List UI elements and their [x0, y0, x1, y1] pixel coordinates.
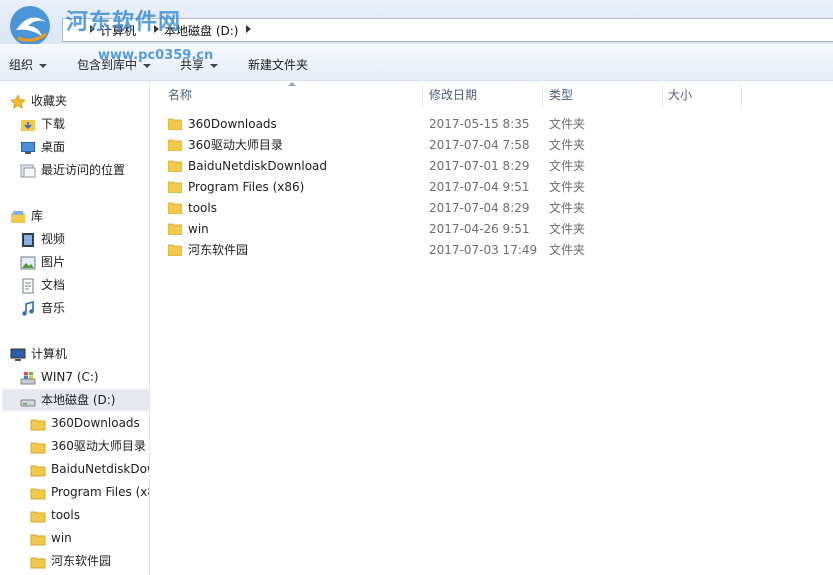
- column-divider[interactable]: [741, 85, 742, 107]
- column-divider[interactable]: [542, 85, 543, 107]
- column-header-type[interactable]: 类型: [549, 81, 573, 109]
- folder-icon: [168, 244, 182, 256]
- table-row[interactable]: 河东软件园 2017-07-03 17:49 文件夹: [150, 240, 833, 261]
- file-type: 文件夹: [549, 201, 586, 215]
- folder-icon: [168, 118, 182, 130]
- folder-icon: [168, 160, 182, 172]
- folder-icon: [168, 139, 182, 151]
- folder-icon: [30, 419, 46, 430]
- nav-item-recent-places[interactable]: 最近访问的位置: [20, 159, 125, 181]
- file-type: 文件夹: [549, 222, 586, 236]
- nav-item-pictures[interactable]: 图片: [20, 251, 65, 273]
- file-name: 360驱动大师目录: [168, 135, 283, 156]
- folder-icon: [168, 181, 182, 193]
- star-icon: [10, 93, 26, 109]
- recent-places-icon: [20, 164, 36, 177]
- nav-item-drive-d[interactable]: 本地磁盘 (D:): [2, 389, 149, 411]
- nav-folder[interactable]: Program Files (x86): [30, 481, 149, 503]
- breadcrumb-arrow-icon[interactable]: [246, 25, 251, 33]
- table-row[interactable]: tools 2017-07-04 8:29 文件夹: [150, 198, 833, 219]
- nav-item-desktop[interactable]: 桌面: [20, 136, 65, 158]
- music-icon: [22, 300, 34, 316]
- folder-icon: [30, 442, 46, 453]
- column-header-name[interactable]: 名称: [168, 81, 192, 109]
- nav-libraries[interactable]: 库: [10, 205, 43, 227]
- column-divider[interactable]: [662, 85, 663, 107]
- computer-icon: [10, 348, 26, 361]
- file-modified: 2017-05-15 8:35: [429, 117, 530, 131]
- nav-item-downloads[interactable]: 下载: [20, 113, 65, 135]
- nav-computer[interactable]: 计算机: [10, 343, 67, 365]
- file-name: tools: [168, 198, 217, 219]
- drive-icon: [20, 399, 36, 406]
- watermark-url: www.pc0359.cn: [98, 48, 214, 63]
- column-header-size[interactable]: 大小: [668, 81, 692, 109]
- table-row[interactable]: win 2017-04-26 9:51 文件夹: [150, 219, 833, 240]
- chevron-down-icon: [39, 63, 48, 68]
- nav-folder[interactable]: 360Downloads: [30, 412, 140, 434]
- windows-drive-icon: [20, 371, 36, 384]
- table-row[interactable]: 360驱动大师目录 2017-07-04 7:58 文件夹: [150, 135, 833, 156]
- file-type: 文件夹: [549, 159, 586, 173]
- table-row[interactable]: Program Files (x86) 2017-07-04 9:51 文件夹: [150, 177, 833, 198]
- nav-folder[interactable]: 河东软件园: [30, 550, 111, 572]
- download-folder-icon: [21, 119, 35, 131]
- picture-icon: [20, 256, 36, 269]
- watermark-title: 河东软件网: [66, 10, 182, 35]
- file-name: Program Files (x86): [168, 177, 304, 198]
- chevron-down-icon: [143, 63, 152, 68]
- file-type: 文件夹: [549, 138, 586, 152]
- folder-icon: [30, 557, 46, 568]
- folder-icon: [30, 488, 46, 499]
- folder-icon: [30, 534, 46, 545]
- file-modified: 2017-07-04 8:29: [429, 201, 530, 215]
- nav-folder[interactable]: 360驱动大师目录: [30, 435, 146, 457]
- file-modified: 2017-07-03 17:49: [429, 243, 538, 257]
- file-modified: 2017-07-04 7:58: [429, 138, 530, 152]
- library-icon: [11, 210, 25, 223]
- nav-item-drive-c[interactable]: WIN7 (C:): [20, 366, 99, 388]
- file-name: BaiduNetdiskDownload: [168, 156, 327, 177]
- file-type: 文件夹: [549, 243, 586, 257]
- nav-favorites[interactable]: 收藏夹: [10, 90, 67, 112]
- file-name: 360Downloads: [168, 114, 277, 135]
- file-modified: 2017-04-26 9:51: [429, 222, 530, 236]
- file-modified: 2017-07-01 8:29: [429, 159, 530, 173]
- column-header-modified[interactable]: 修改日期: [429, 81, 477, 109]
- new-folder-button[interactable]: 新建文件夹: [248, 56, 308, 73]
- table-row[interactable]: 360Downloads 2017-05-15 8:35 文件夹: [150, 114, 833, 135]
- navigation-pane[interactable]: 收藏夹 下载 桌面 最近访问的位置 库 视频 图片 文档 音乐 计算机 WIN7…: [0, 81, 150, 575]
- column-divider[interactable]: [422, 85, 423, 107]
- document-icon: [22, 278, 34, 293]
- desktop-icon: [21, 141, 35, 154]
- file-name: win: [168, 219, 209, 240]
- nav-item-documents[interactable]: 文档: [20, 274, 65, 296]
- folder-icon: [168, 202, 182, 214]
- file-list-pane[interactable]: 名称 修改日期 类型 大小 360Downloads 2017-05-15 8:…: [150, 81, 833, 575]
- organize-button[interactable]: 组织: [9, 56, 48, 73]
- sort-ascending-icon: [288, 82, 296, 86]
- file-type: 文件夹: [549, 180, 586, 194]
- file-name: 河东软件园: [168, 240, 248, 261]
- folder-icon: [30, 511, 46, 522]
- nav-item-videos[interactable]: 视频: [20, 228, 65, 250]
- chevron-down-icon: [210, 63, 219, 68]
- nav-item-music[interactable]: 音乐: [20, 297, 65, 319]
- folder-icon: [30, 465, 46, 476]
- nav-folder[interactable]: BaiduNetdiskDownload: [30, 458, 149, 480]
- nav-folder[interactable]: win: [30, 527, 72, 549]
- nav-folder[interactable]: tools: [30, 504, 80, 526]
- file-modified: 2017-07-04 9:51: [429, 180, 530, 194]
- video-icon: [22, 232, 34, 247]
- file-type: 文件夹: [549, 117, 586, 131]
- folder-icon: [168, 223, 182, 235]
- table-row[interactable]: BaiduNetdiskDownload 2017-07-01 8:29 文件夹: [150, 156, 833, 177]
